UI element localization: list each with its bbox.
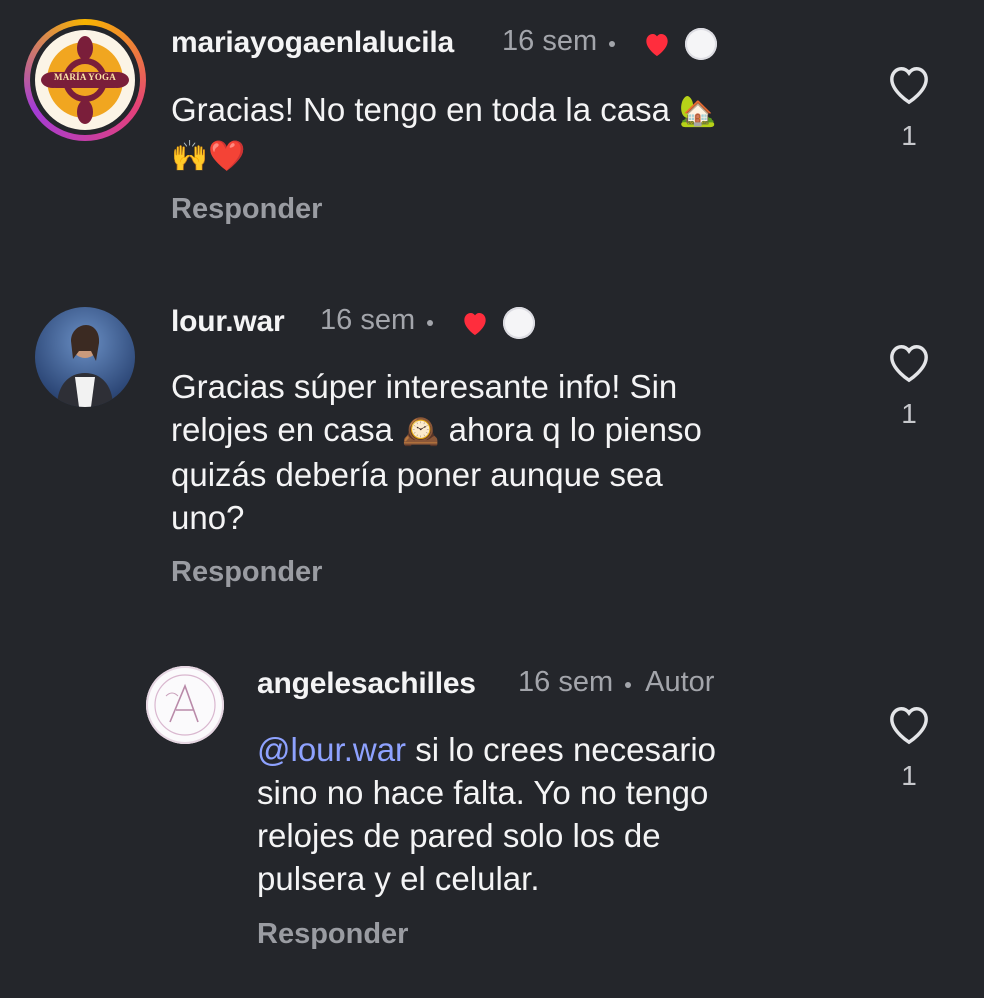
like-count: 1 <box>901 760 917 791</box>
comment-text: Gracias súper interesante info! Sin relo… <box>171 365 811 539</box>
like-count: 1 <box>901 120 917 151</box>
separator-dot <box>427 319 434 326</box>
comment-meta: 16 sem <box>502 25 718 60</box>
comment-text-line: pulsera y el celular. <box>257 860 540 897</box>
reply-button[interactable]: Responder <box>257 918 408 951</box>
reply-button[interactable]: Responder <box>171 193 322 226</box>
person-photo-icon <box>57 325 113 407</box>
comment-meta: 16 sem Autor <box>518 666 714 699</box>
clock-emoji: 🕰️ <box>402 415 440 448</box>
heart-outline-icon[interactable] <box>886 704 932 746</box>
timestamp: 16 sem <box>502 25 598 57</box>
like-control: 1 <box>883 342 935 430</box>
comment-text-line: Gracias súper interesante info! Sin <box>171 368 678 405</box>
comment-text-line: quizás debería poner aunque sea <box>171 456 663 493</box>
separator-dot <box>625 681 632 688</box>
comment-3-reply: angelesachilles 16 sem Autor @lour.war s… <box>0 640 984 990</box>
avatar-mariayogaenlalucila[interactable]: MARÍA YOGA <box>24 19 146 141</box>
comment-1: MARÍA YOGA mariayogaenlalucila 16 sem Gr… <box>0 0 984 250</box>
creator-liked-heart-icon <box>646 33 668 56</box>
praise-heart-emoji: 🙌❤️ <box>171 140 246 173</box>
mention-link[interactable]: @lour.war <box>257 731 406 768</box>
creator-avatar-icon <box>503 306 536 339</box>
comment-text-line: relojes de pared solo los de <box>257 817 661 854</box>
comment-text-line: sino no hace falta. Yo no tengo <box>257 774 709 811</box>
comment-2: lour.war 16 sem Gracias súper interesant… <box>0 290 984 610</box>
comment-meta: 16 sem <box>320 304 536 339</box>
comment-text-line: si lo crees necesario <box>406 731 717 768</box>
like-control: 1 <box>883 64 935 152</box>
timestamp: 16 sem <box>518 666 614 698</box>
comment-text: Gracias! No tengo en toda la casa 🏡 🙌❤️ <box>171 88 811 178</box>
comment-text-line: uno? <box>171 499 245 536</box>
comment-text-line: Gracias! No tengo en toda la casa <box>171 91 680 128</box>
avatar-logo-text: MARÍA YOGA <box>54 72 116 82</box>
heart-outline-icon[interactable] <box>886 342 932 384</box>
like-control: 1 <box>883 704 935 792</box>
timestamp: 16 sem <box>320 304 416 336</box>
like-count: 1 <box>901 398 917 429</box>
reply-button[interactable]: Responder <box>171 556 322 589</box>
creator-avatar-icon <box>685 27 718 60</box>
username[interactable]: mariayogaenlalucila <box>171 26 454 60</box>
heart-outline-icon[interactable] <box>886 64 932 106</box>
avatar-angelesachilles[interactable] <box>146 666 224 744</box>
signature-logo-icon <box>154 674 216 736</box>
username[interactable]: lour.war <box>171 305 285 339</box>
comment-text-line: relojes en casa <box>171 411 403 448</box>
username[interactable]: angelesachilles <box>257 667 476 701</box>
house-emoji: 🏡 <box>679 95 717 128</box>
comment-text-line: ahora q lo pienso <box>439 411 702 448</box>
avatar-lour-war[interactable] <box>35 307 135 407</box>
author-badge: Autor <box>645 666 715 698</box>
comment-text: @lour.war si lo crees necesario sino no … <box>257 728 877 900</box>
separator-dot <box>609 40 616 47</box>
creator-liked-heart-icon <box>464 312 486 335</box>
